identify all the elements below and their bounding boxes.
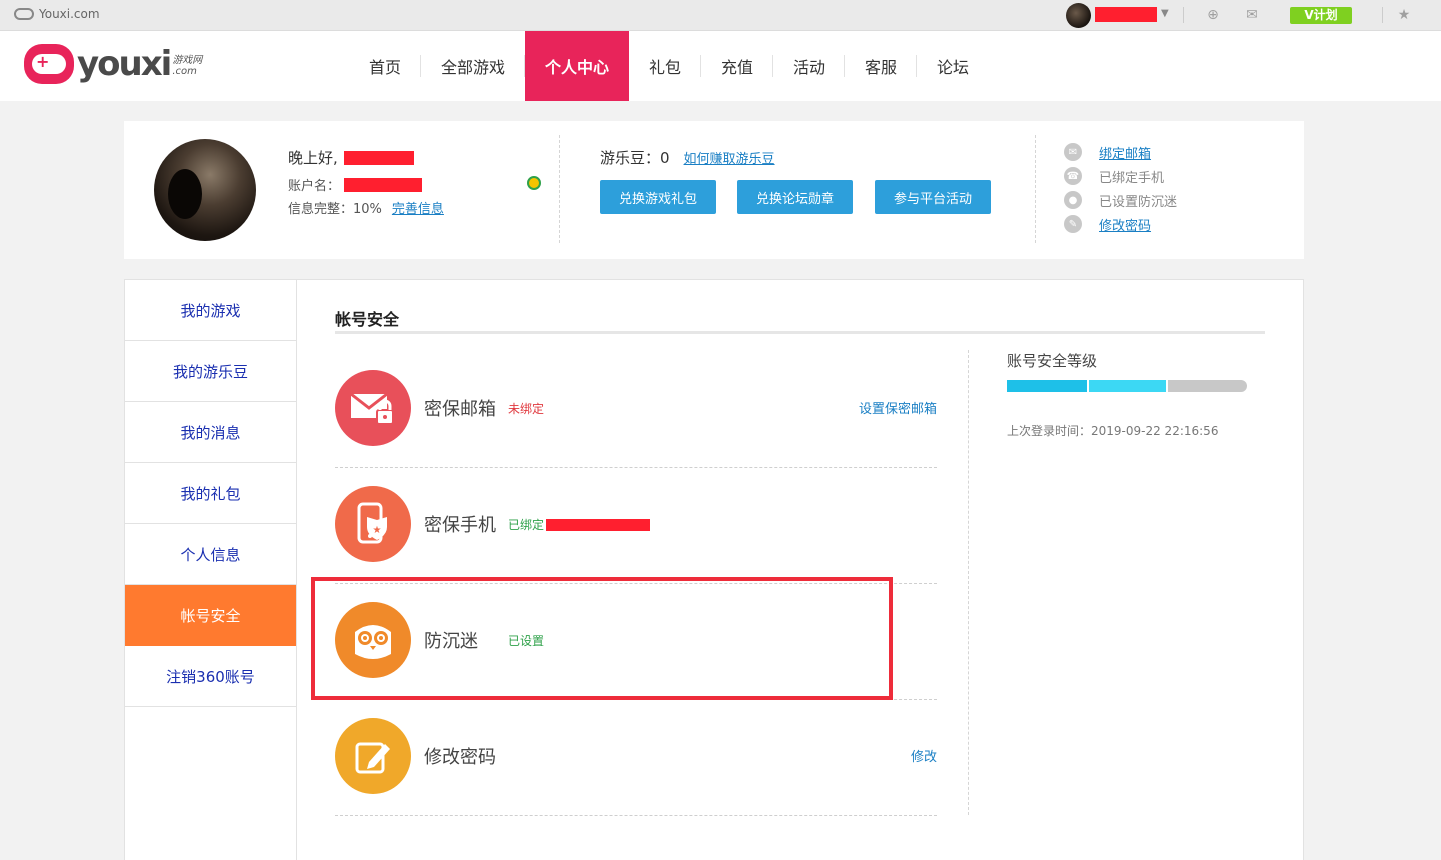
phone-row-name: 密保手机: [424, 515, 496, 536]
beans-count: 游乐豆：0: [600, 149, 670, 167]
sidebar-item-my-messages[interactable]: 我的消息: [125, 402, 296, 463]
earn-beans-link[interactable]: 如何赚取游乐豆: [684, 148, 775, 167]
account-name: 账户名：: [288, 175, 423, 194]
password-row-name: 修改密码: [424, 747, 496, 768]
logo-text: youxi: [77, 44, 172, 84]
security-row-password: 修改密码 修改: [335, 700, 937, 816]
sidebar-item-account-security[interactable]: 帐号安全: [125, 585, 296, 646]
beans-info: 游乐豆：0 如何赚取游乐豆: [600, 147, 775, 168]
section-title: 帐号安全: [335, 310, 400, 329]
logo[interactable]: youxi 游戏网 .com: [24, 44, 202, 84]
sidebar-item-personal-info[interactable]: 个人信息: [125, 524, 296, 585]
logo-subtext: 游戏网 .com: [172, 55, 202, 77]
phone-icon: ☎: [1064, 167, 1082, 185]
username-redacted[interactable]: [1095, 7, 1157, 22]
greeting-text: 晚上好,: [288, 149, 338, 167]
plus-circle-icon[interactable]: ⊕: [1204, 6, 1222, 24]
gamepad-icon: [14, 8, 34, 20]
edit-icon: [335, 718, 411, 794]
anti-addiction-text: 已设置防沉迷: [1099, 194, 1178, 210]
sidebar-item-deactivate-360[interactable]: 注销360账号: [125, 646, 296, 707]
sidebar-item-my-gifts[interactable]: 我的礼包: [125, 463, 296, 524]
edit-icon: ✎: [1064, 215, 1082, 233]
sidebar-item-my-games[interactable]: 我的游戏: [125, 280, 296, 341]
site-name: Youxi.com: [39, 7, 100, 21]
chevron-down-icon[interactable]: ▼: [1161, 8, 1169, 19]
email-row-name: 密保邮箱: [424, 399, 496, 420]
avatar[interactable]: [154, 139, 256, 241]
set-email-link[interactable]: 设置保密邮箱: [859, 398, 937, 417]
nav-all-games[interactable]: 全部游戏: [421, 31, 525, 101]
svg-text:★: ★: [373, 525, 382, 536]
security-row-phone: ★ 密保手机 已绑定: [335, 468, 937, 584]
nav-user-center[interactable]: 个人中心: [525, 31, 629, 101]
phone-shield-icon: ★: [335, 486, 411, 562]
sidebar-item-my-beans[interactable]: 我的游乐豆: [125, 341, 296, 402]
phone-status-text: 已绑定: [508, 518, 545, 532]
quick-link-bind-email[interactable]: ✉ 绑定邮箱: [1064, 140, 1177, 164]
email-status: 未绑定: [508, 400, 544, 417]
security-level-bar: [1007, 380, 1247, 392]
nav-forum[interactable]: 论坛: [917, 31, 989, 101]
logo-sub-bottom: .com: [172, 66, 197, 77]
exchange-gift-button[interactable]: 兑换游戏礼包: [600, 180, 716, 214]
site-header: youxi 游戏网 .com 首页 全部游戏 个人中心 礼包 充值 活动 客服 …: [0, 31, 1441, 101]
phone-number-redacted: [546, 518, 651, 531]
level-segment: [1089, 380, 1166, 392]
gamepad-logo-icon: [24, 44, 74, 84]
nav-gift[interactable]: 礼包: [629, 31, 701, 101]
level-segment: [1007, 380, 1087, 392]
nav-recharge[interactable]: 充值: [701, 31, 773, 101]
vplan-button[interactable]: V计划: [1290, 7, 1352, 24]
bind-email-link[interactable]: 绑定邮箱: [1099, 143, 1151, 162]
star-icon[interactable]: ★: [1395, 6, 1413, 24]
top-bar: Youxi.com ▼ ⊕ ✉ V计划 ★: [0, 0, 1441, 31]
divider: [559, 135, 560, 243]
user-avatar-small[interactable]: [1066, 3, 1091, 28]
nav-events[interactable]: 活动: [773, 31, 845, 101]
phone-bound-text: 已绑定手机: [1099, 170, 1165, 186]
nav-home[interactable]: 首页: [349, 31, 421, 101]
coin-icon: [527, 176, 541, 190]
last-login-time: 上次登录时间：2019-09-22 22:16:56: [1007, 424, 1219, 438]
security-level-title: 账号安全等级: [1007, 352, 1098, 370]
greeting: 晚上好,: [288, 147, 414, 168]
user-icon: ●: [1064, 191, 1082, 209]
divider: [1382, 7, 1383, 23]
logo-sub-top: 游戏网: [172, 55, 203, 66]
divider: [1035, 135, 1036, 243]
nav-support[interactable]: 客服: [845, 31, 917, 101]
change-password-link[interactable]: 修改密码: [1099, 215, 1151, 234]
site-link[interactable]: Youxi.com: [14, 7, 100, 21]
security-row-email: 密保邮箱 未绑定 设置保密邮箱: [335, 352, 937, 468]
quick-link-password[interactable]: ✎ 修改密码: [1064, 212, 1177, 236]
info-complete-text: 信息完整：10%: [288, 202, 382, 217]
level-segment: [1168, 380, 1247, 392]
section-underline: [335, 331, 1265, 334]
info-completeness: 信息完整：10% 完善信息: [288, 198, 444, 217]
sidebar: 我的游戏 我的游乐豆 我的消息 我的礼包 个人信息 帐号安全 注销360账号: [125, 280, 297, 860]
main-nav: 首页 全部游戏 个人中心 礼包 充值 活动 客服 论坛: [349, 31, 989, 101]
quick-link-anti-addiction: ● 已设置防沉迷: [1064, 188, 1177, 212]
exchange-medal-button[interactable]: 兑换论坛勋章: [737, 180, 853, 214]
highlight-box: [311, 577, 893, 700]
join-event-button[interactable]: 参与平台活动: [875, 180, 991, 214]
email-status-text: 未绑定: [508, 402, 545, 416]
divider: [968, 350, 969, 815]
quick-link-phone: ☎ 已绑定手机: [1064, 164, 1177, 188]
account-redacted: [344, 177, 423, 192]
mail-icon: ✉: [1064, 143, 1082, 161]
main-panel: 我的游戏 我的游乐豆 我的消息 我的礼包 个人信息 帐号安全 注销360账号 帐…: [124, 279, 1304, 860]
account-label: 账户名：: [288, 179, 341, 194]
phone-status: 已绑定: [508, 516, 651, 533]
divider: [1183, 7, 1184, 23]
quick-links: ✉ 绑定邮箱 ☎ 已绑定手机 ● 已设置防沉迷 ✎ 修改密码: [1064, 140, 1177, 236]
mail-lock-icon: [335, 370, 411, 446]
username-redacted: [343, 150, 414, 165]
profile-card: 晚上好, 账户名： 信息完整：10% 完善信息 游乐豆：0 如何赚取游乐豆 兑换…: [124, 121, 1304, 259]
complete-info-link[interactable]: 完善信息: [392, 198, 444, 217]
modify-password-link[interactable]: 修改: [911, 746, 937, 765]
mail-icon[interactable]: ✉: [1243, 6, 1261, 24]
